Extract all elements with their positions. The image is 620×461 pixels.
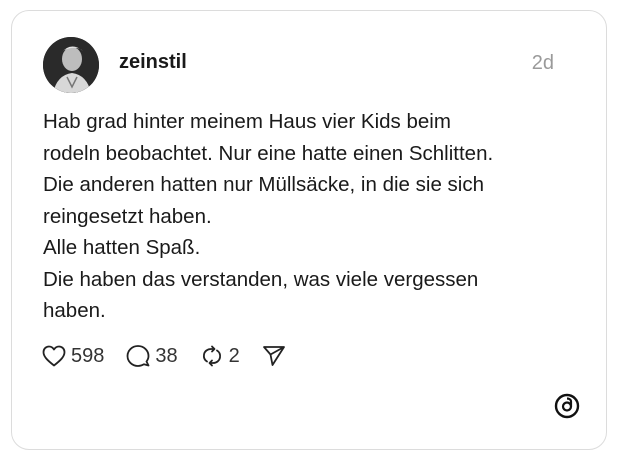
action-bar: 598 38 2 — [42, 344, 308, 368]
post-text-line: Alle hatten Spaß. — [43, 236, 201, 259]
send-icon — [262, 346, 285, 366]
heart-icon — [42, 345, 66, 367]
avatar[interactable] — [43, 37, 99, 93]
post-text-line: rodeln beobachtet. Nur eine hatte einen … — [43, 141, 494, 165]
post-text-line: reingesetzt haben. — [43, 204, 212, 228]
like-count: 598 — [71, 344, 105, 367]
threads-logo-icon[interactable] — [554, 393, 580, 419]
post-card: zeinstil 2d Hab grad hinter meinem Haus … — [11, 10, 607, 450]
username[interactable]: zeinstil — [119, 51, 187, 74]
post-text-line: Die anderen hatten nur Müllsäcke, in die… — [43, 173, 484, 196]
post-text-line: Hab grad hinter meinem Haus vier Kids be… — [43, 110, 451, 133]
repost-count: 2 — [228, 344, 240, 367]
post-text-line: Die haben das verstanden, was viele verg… — [43, 267, 479, 291]
repost-button[interactable]: 2 — [200, 344, 240, 368]
post-text-line: haben. — [43, 299, 106, 322]
reply-count: 38 — [155, 344, 178, 367]
repost-arrows-icon — [202, 345, 221, 367]
reply-button[interactable]: 38 — [126, 344, 178, 368]
post-text: Hab grad hinter meinem Haus vier Kids be… — [43, 106, 583, 327]
speech-bubble-icon — [126, 345, 150, 367]
post-timestamp: 2d — [531, 52, 554, 74]
share-button[interactable] — [262, 345, 286, 367]
like-button[interactable]: 598 — [42, 345, 104, 368]
avatar-photo — [43, 37, 99, 93]
